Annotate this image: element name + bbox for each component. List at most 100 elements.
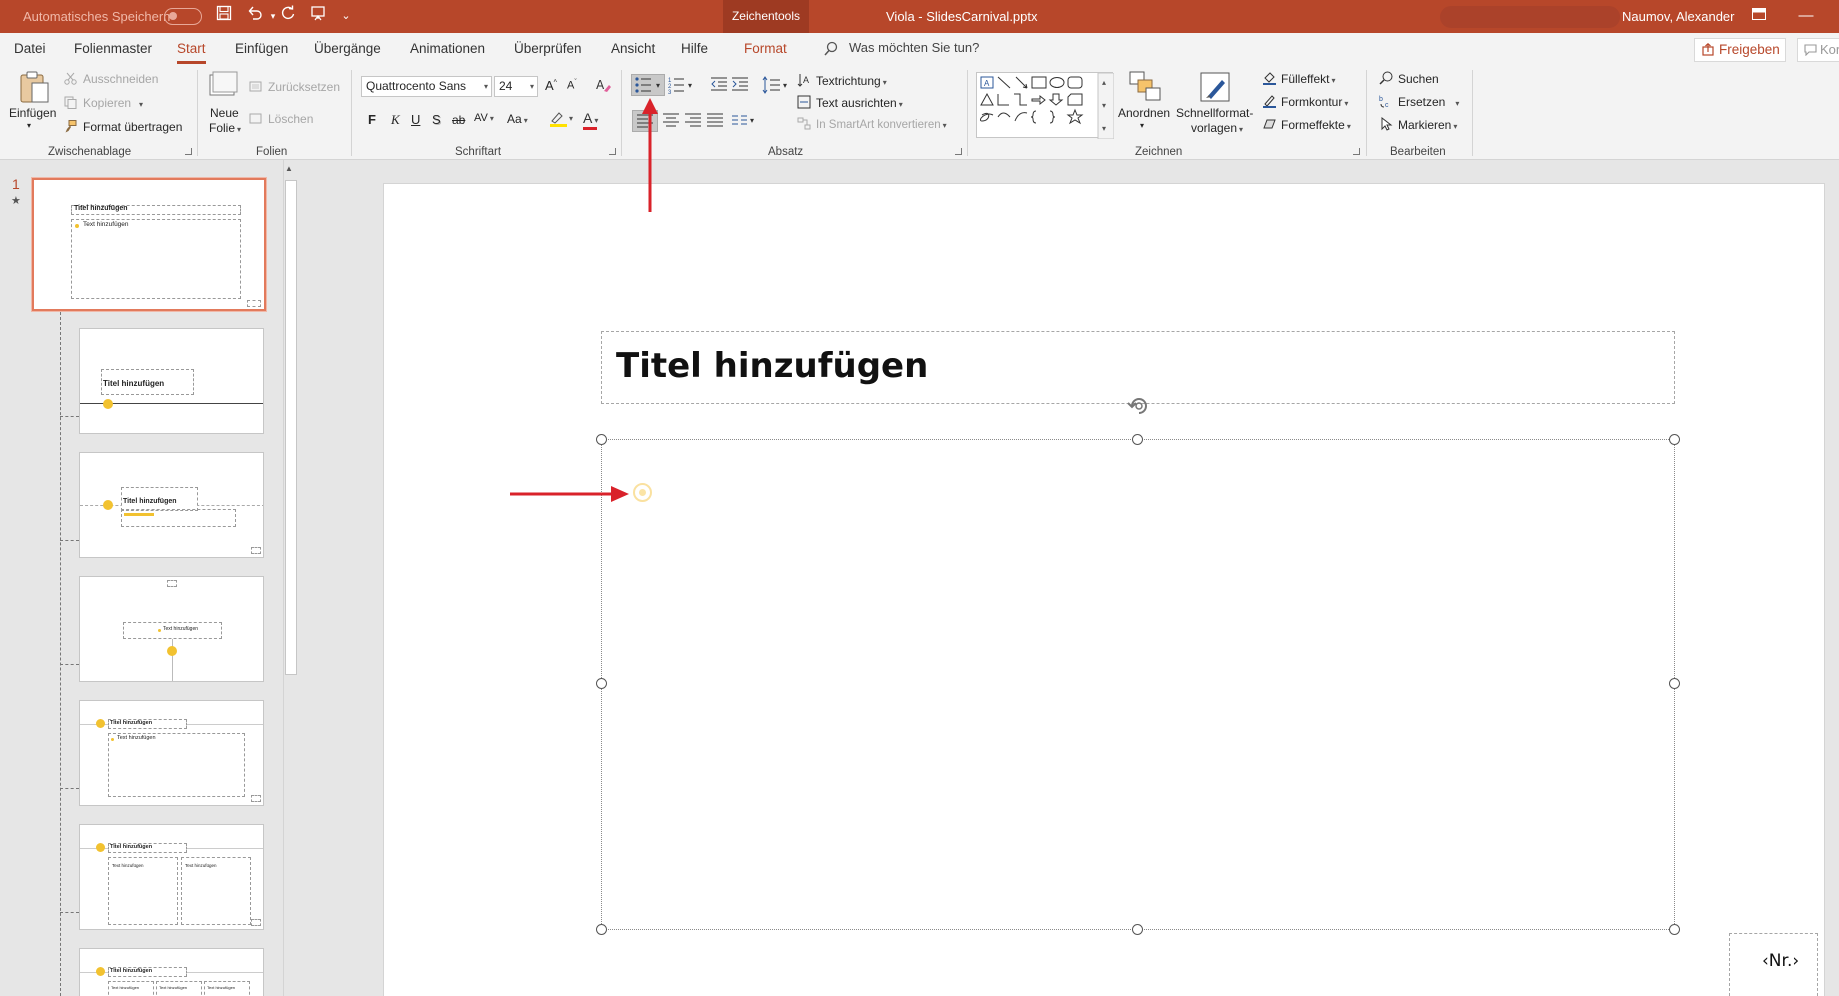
slide-thumbnail-layout[interactable]: Titel hinzufügen Text hinzufügen Text hi… bbox=[79, 948, 264, 996]
tab-ueberpruefen[interactable]: Überprüfen bbox=[514, 41, 582, 56]
redo-icon[interactable] bbox=[277, 5, 299, 27]
text-direction-button[interactable]: A Textrichtung ▾ bbox=[797, 73, 887, 88]
present-icon[interactable] bbox=[307, 5, 329, 27]
font-size-combo[interactable]: 24 ▾ bbox=[494, 76, 538, 97]
arrange-dropdown-icon[interactable]: ▾ bbox=[1140, 121, 1144, 130]
arrange-button[interactable] bbox=[1128, 70, 1162, 105]
new-slide-label-2[interactable]: Folie ▾ bbox=[209, 121, 241, 135]
highlight-color-button[interactable]: ▾ bbox=[549, 110, 575, 131]
strikethrough-button[interactable]: ab bbox=[452, 113, 465, 127]
minimize-icon[interactable]: — bbox=[1793, 6, 1819, 26]
resize-handle[interactable] bbox=[596, 678, 607, 689]
justify-button[interactable] bbox=[706, 112, 724, 131]
svg-text:A: A bbox=[803, 75, 809, 85]
font-launcher-icon[interactable] bbox=[609, 148, 616, 155]
shapes-gallery[interactable]: A ▴ ▾ ▾ bbox=[976, 72, 1115, 140]
resize-handle[interactable] bbox=[596, 434, 607, 445]
shrink-font-button[interactable]: Aˇ bbox=[567, 79, 577, 92]
slide-number-placeholder[interactable]: ‹Nr.› bbox=[1729, 933, 1818, 996]
font-color-button[interactable]: A ▾ bbox=[583, 110, 598, 130]
delete-slide-button[interactable]: Löschen bbox=[249, 112, 313, 127]
change-case-button[interactable]: Aa ▾ bbox=[507, 112, 528, 126]
separator bbox=[197, 70, 198, 156]
resize-handle[interactable] bbox=[596, 924, 607, 935]
rotate-handle-icon[interactable] bbox=[1126, 394, 1152, 418]
find-button[interactable]: Suchen bbox=[1379, 71, 1439, 86]
shape-fill-button[interactable]: Fülleffekt ▾ bbox=[1262, 71, 1335, 86]
slide-thumbnail-layout[interactable]: Titel hinzufügen bbox=[79, 452, 264, 558]
replace-button[interactable]: b c Ersetzen ▾ bbox=[1379, 94, 1459, 109]
resize-handle[interactable] bbox=[1669, 678, 1680, 689]
ribbon-display-icon[interactable] bbox=[1746, 6, 1772, 26]
blurred-area bbox=[1440, 6, 1620, 28]
shadow-button[interactable]: S bbox=[432, 112, 441, 127]
quick-styles-label-1[interactable]: Schnellformat- bbox=[1176, 106, 1253, 120]
tab-animationen[interactable]: Animationen bbox=[410, 41, 485, 56]
clipboard-launcher-icon[interactable] bbox=[185, 148, 192, 155]
font-name-combo[interactable]: Quattrocento Sans ▾ bbox=[361, 76, 492, 97]
align-right-button[interactable] bbox=[684, 112, 702, 131]
content-placeholder[interactable] bbox=[601, 439, 1675, 930]
customize-toolbar-icon[interactable]: ⌄ bbox=[335, 5, 357, 27]
resize-handle[interactable] bbox=[1669, 924, 1680, 935]
clear-formatting-button[interactable]: A bbox=[595, 77, 612, 96]
arrange-label[interactable]: Anordnen bbox=[1118, 106, 1170, 120]
slide-thumbnail-master[interactable]: Titel hinzufügen Text hinzufügen bbox=[32, 178, 266, 311]
resize-handle[interactable] bbox=[1132, 434, 1143, 445]
user-name[interactable]: Naumov, Alexander bbox=[1622, 9, 1735, 24]
shape-outline-button[interactable]: Formkontur ▾ bbox=[1262, 94, 1348, 109]
comments-button[interactable]: Kor bbox=[1797, 38, 1839, 62]
scroll-up-icon[interactable]: ▲ bbox=[285, 164, 293, 173]
paste-button[interactable] bbox=[12, 70, 56, 107]
autosave-toggle[interactable] bbox=[164, 8, 202, 25]
smartart-convert-button[interactable]: In SmartArt konvertieren ▾ bbox=[797, 117, 947, 131]
tell-me-search[interactable]: Was möchten Sie tun? bbox=[849, 40, 979, 55]
save-icon[interactable] bbox=[213, 5, 235, 27]
slide-thumbnail-layout[interactable]: Titel hinzufügen Text hinzufügen bbox=[79, 700, 264, 806]
slide-number-placeholder-text: ‹Nr.› bbox=[1762, 951, 1800, 971]
underline-button[interactable]: U bbox=[411, 112, 420, 127]
bold-button[interactable]: F bbox=[368, 112, 376, 127]
resize-handle[interactable] bbox=[1132, 924, 1143, 935]
scrollbar-thumb[interactable] bbox=[285, 180, 297, 675]
align-center-button[interactable] bbox=[662, 112, 680, 131]
paragraph-launcher-icon[interactable] bbox=[955, 148, 962, 155]
line-spacing-button[interactable]: ▾ bbox=[762, 76, 790, 97]
slide-thumbnail-layout[interactable]: Titel hinzufügen Text hinzufügen Text hi… bbox=[79, 824, 264, 930]
quick-styles-label-2[interactable]: vorlagen ▾ bbox=[1191, 121, 1243, 135]
tab-format[interactable]: Format bbox=[744, 41, 787, 56]
drawing-launcher-icon[interactable] bbox=[1353, 148, 1360, 155]
grow-font-button[interactable]: A^ bbox=[545, 78, 557, 93]
increase-indent-button[interactable] bbox=[731, 76, 749, 95]
bullets-button[interactable]: ▾ bbox=[631, 74, 665, 96]
numbering-button[interactable]: 1 2 3 ▾ bbox=[668, 76, 696, 97]
select-button[interactable]: Markieren ▾ bbox=[1379, 116, 1457, 132]
tab-uebergaenge[interactable]: Übergänge bbox=[314, 41, 381, 56]
italic-button[interactable]: K bbox=[391, 112, 400, 128]
shape-effects-button[interactable]: Formeffekte ▾ bbox=[1262, 117, 1351, 132]
tab-datei[interactable]: Datei bbox=[14, 41, 46, 56]
new-slide-button[interactable] bbox=[209, 71, 239, 102]
quick-styles-button[interactable] bbox=[1198, 70, 1232, 107]
decrease-indent-button[interactable] bbox=[710, 76, 728, 95]
cut-button[interactable]: Ausschneiden bbox=[64, 72, 158, 86]
paste-label[interactable]: Einfügen bbox=[9, 106, 56, 120]
char-spacing-button[interactable]: AV ▾ bbox=[474, 112, 494, 124]
paste-dropdown-icon[interactable]: ▾ bbox=[27, 121, 31, 130]
resize-handle[interactable] bbox=[1669, 434, 1680, 445]
share-button[interactable]: Freigeben bbox=[1694, 38, 1786, 62]
columns-button[interactable]: ▾ bbox=[731, 112, 757, 131]
format-painter-button[interactable]: Format übertragen bbox=[64, 120, 182, 134]
new-slide-label-1[interactable]: Neue bbox=[210, 106, 239, 120]
slide-thumbnail-layout[interactable]: Text hinzufügen bbox=[79, 576, 264, 682]
align-text-button[interactable]: Text ausrichten ▾ bbox=[797, 95, 903, 110]
tab-ansicht[interactable]: Ansicht bbox=[611, 41, 655, 56]
tab-start[interactable]: Start bbox=[177, 41, 206, 64]
chevron-down-icon: ▾ bbox=[529, 82, 534, 91]
copy-button[interactable]: Kopieren ▾ bbox=[64, 96, 143, 110]
reset-slide-button[interactable]: Zurücksetzen bbox=[249, 80, 340, 95]
tab-hilfe[interactable]: Hilfe bbox=[681, 41, 708, 56]
slide-thumbnail-layout[interactable]: Titel hinzufügen bbox=[79, 328, 264, 434]
tab-einfuegen[interactable]: Einfügen bbox=[235, 41, 288, 56]
tab-folienmaster[interactable]: Folienmaster bbox=[74, 41, 152, 56]
